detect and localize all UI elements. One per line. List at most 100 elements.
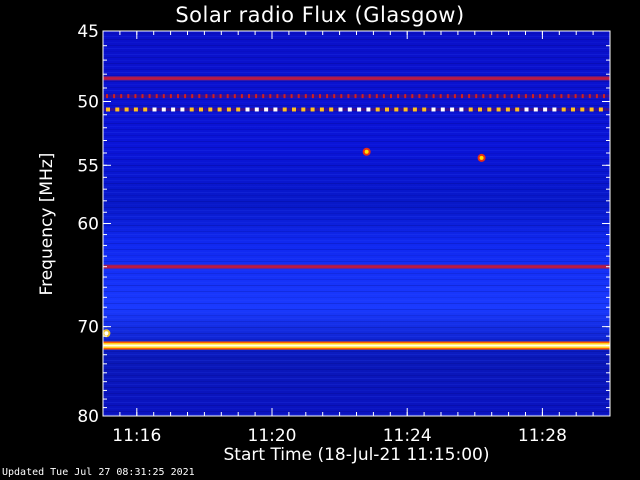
y-tick-label: 70 bbox=[77, 318, 99, 338]
dashed-band-dash bbox=[431, 107, 436, 112]
y-tick-label: 80 bbox=[77, 407, 99, 427]
spectrogram-chart: 11:16 11:20 11:24 11:28 45 50 55 60 70 80 bbox=[77, 22, 611, 446]
texture-line bbox=[103, 369, 610, 370]
dashed-band-dash bbox=[580, 107, 585, 112]
dashed-band-dash bbox=[524, 107, 529, 112]
dashed-band-dash bbox=[264, 107, 269, 112]
texture-line bbox=[103, 405, 610, 406]
dashed-band-dash bbox=[236, 107, 241, 112]
x-axis-label: Start Time (18-Jul-21 11:15:00) bbox=[223, 445, 490, 465]
dashed-band-dash bbox=[297, 94, 300, 99]
dashed-band-dash bbox=[468, 94, 471, 99]
dashed-band-dash bbox=[357, 107, 362, 112]
texture-line bbox=[103, 150, 610, 151]
dashed-band-dash bbox=[301, 107, 306, 112]
texture-line bbox=[103, 411, 610, 412]
dashed-band-dash bbox=[450, 107, 455, 112]
x-tick-label: 11:24 bbox=[383, 426, 432, 446]
texture-line bbox=[103, 219, 610, 220]
texture-line bbox=[103, 198, 610, 199]
texture-line bbox=[103, 291, 610, 292]
texture-line bbox=[103, 147, 610, 148]
dashed-band-dash bbox=[505, 107, 510, 112]
texture-line bbox=[103, 252, 610, 253]
x-tick-label: 11:16 bbox=[112, 426, 161, 446]
texture-line bbox=[103, 303, 610, 304]
dashed-band-dash bbox=[403, 107, 408, 112]
dashed-band-dash bbox=[134, 94, 137, 99]
texture-line bbox=[103, 330, 610, 331]
texture-line bbox=[103, 183, 610, 184]
dashed-band-dash bbox=[581, 94, 584, 99]
dashed-band-dash bbox=[141, 94, 144, 99]
dashed-band-dash bbox=[489, 94, 492, 99]
texture-line bbox=[103, 399, 610, 400]
dashed-band-dash bbox=[553, 94, 556, 99]
dashed-band-dash bbox=[361, 94, 364, 99]
texture-line bbox=[103, 312, 610, 313]
texture-line bbox=[103, 285, 610, 286]
dashed-band-dash bbox=[510, 94, 513, 99]
dashed-band-dash bbox=[543, 107, 548, 112]
dashed-band-dash bbox=[589, 107, 594, 112]
texture-line bbox=[103, 231, 610, 232]
dashed-band-dash bbox=[574, 94, 577, 99]
texture-line bbox=[103, 315, 610, 316]
dashed-band-dash bbox=[245, 107, 250, 112]
texture-line bbox=[103, 237, 610, 238]
dashed-band-dash bbox=[113, 94, 116, 99]
texture-line bbox=[103, 327, 610, 328]
x-tick-label: 11:20 bbox=[248, 426, 297, 446]
texture-line bbox=[103, 318, 610, 319]
dashed-band-dash bbox=[198, 94, 201, 99]
band-core bbox=[103, 265, 610, 268]
band-core bbox=[103, 344, 610, 347]
texture-line bbox=[103, 204, 610, 205]
dashed-band-dash bbox=[422, 107, 427, 112]
texture-line bbox=[103, 141, 610, 142]
dashed-band-dash bbox=[432, 94, 435, 99]
dashed-band-dash bbox=[155, 94, 158, 99]
texture-line bbox=[103, 129, 610, 130]
dashed-band-dash bbox=[205, 94, 208, 99]
texture-line bbox=[103, 357, 610, 358]
dashed-band-dash bbox=[169, 94, 172, 99]
texture-line bbox=[103, 402, 610, 403]
dashed-band-dash bbox=[199, 107, 203, 112]
texture-line bbox=[103, 393, 610, 394]
texture-line bbox=[103, 384, 610, 385]
texture-line bbox=[103, 246, 610, 247]
dashed-band-dash bbox=[273, 107, 278, 112]
texture-line bbox=[103, 174, 610, 175]
texture-line bbox=[103, 378, 610, 379]
dashed-band-dash bbox=[375, 107, 380, 112]
dashed-band-dash bbox=[446, 94, 449, 99]
dashed-band-dash bbox=[240, 94, 243, 99]
texture-line bbox=[103, 39, 610, 40]
texture-line bbox=[103, 339, 610, 340]
dashed-band-dash bbox=[567, 94, 570, 99]
dashed-band-dash bbox=[517, 94, 520, 99]
dashed-band-dash bbox=[440, 107, 445, 112]
y-tick-label: 50 bbox=[77, 93, 99, 113]
texture-line bbox=[103, 162, 610, 163]
texture-line bbox=[103, 159, 610, 160]
texture-line bbox=[103, 144, 610, 145]
dashed-band-dash bbox=[468, 107, 473, 112]
dashed-band-dash bbox=[338, 107, 343, 112]
texture-line bbox=[103, 309, 610, 310]
texture-line bbox=[103, 120, 610, 121]
texture-line bbox=[103, 276, 610, 277]
texture-line bbox=[103, 228, 610, 229]
dashed-band-dash bbox=[404, 94, 407, 99]
texture-line bbox=[103, 135, 610, 136]
dashed-band-dash bbox=[524, 94, 527, 99]
dashed-band-dash bbox=[496, 107, 501, 112]
texture-line bbox=[103, 132, 610, 133]
texture-line bbox=[103, 288, 610, 289]
texture-line bbox=[103, 222, 610, 223]
dashed-band-dash bbox=[226, 107, 231, 112]
dashed-band-dash bbox=[496, 94, 499, 99]
dashed-band-dash bbox=[478, 107, 482, 112]
updated-timestamp: Updated Tue Jul 27 08:31:25 2021 bbox=[2, 467, 195, 478]
